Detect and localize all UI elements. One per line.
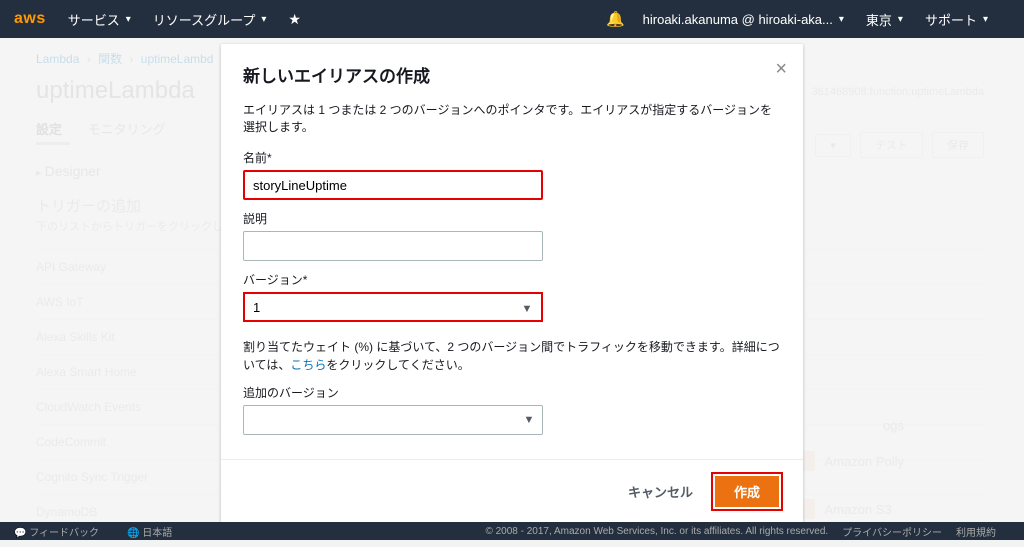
language-link[interactable]: 🌐 日本語 <box>127 524 186 539</box>
bell-icon[interactable]: 🔔 <box>606 10 625 28</box>
additional-version-select[interactable]: ▼ <box>243 405 543 435</box>
alias-description-input[interactable] <box>243 231 543 261</box>
nav-resource-groups[interactable]: リソースグループ▾ <box>153 10 267 29</box>
modal-footer: キャンセル 作成 <box>221 459 803 523</box>
chevron-down-icon: ▾ <box>126 14 131 25</box>
additional-version-label: 追加のバージョン <box>243 384 781 401</box>
modal-overlay: × 新しいエイリアスの作成 エイリアスは 1 つまたは 2 つのバージョンへのポ… <box>0 38 1024 522</box>
weight-info-link[interactable]: こちら <box>290 358 326 372</box>
additional-version-value[interactable] <box>243 405 543 435</box>
chevron-down-icon: ▾ <box>839 14 844 25</box>
footer: 💬 フィードバック 🌐 日本語 © 2008 - 2017, Amazon We… <box>0 522 1024 540</box>
nav-services[interactable]: サービス▾ <box>68 10 131 29</box>
version-label: バージョン* <box>243 271 781 288</box>
feedback-link[interactable]: 💬 フィードバック <box>14 524 113 539</box>
create-button-highlight: 作成 <box>711 472 783 511</box>
weight-note: 割り当てたウェイト (%) に基づいて、2 つのバージョン間でトラフィックを移動… <box>243 338 781 374</box>
nav-account[interactable]: hiroaki.akanuma @ hiroaki-aka...▾ <box>643 12 844 27</box>
name-label: 名前* <box>243 149 781 166</box>
cancel-button[interactable]: キャンセル <box>628 482 693 501</box>
modal-description: エイリアスは 1 つまたは 2 つのバージョンへのポインタです。エイリアスが指定… <box>243 101 781 135</box>
aws-logo[interactable]: aws <box>14 10 46 28</box>
top-nav: aws サービス▾ リソースグループ▾ ★ 🔔 hiroaki.akanuma … <box>0 0 1024 38</box>
version-select[interactable]: ▼ <box>243 292 543 322</box>
alias-name-input[interactable] <box>243 170 543 200</box>
chevron-down-icon: ▾ <box>898 14 903 25</box>
footer-copyright: © 2008 - 2017, Amazon Web Services, Inc.… <box>485 526 828 537</box>
nav-region[interactable]: 東京▾ <box>866 10 903 29</box>
description-label: 説明 <box>243 210 781 227</box>
create-alias-modal: × 新しいエイリアスの作成 エイリアスは 1 つまたは 2 つのバージョンへのポ… <box>221 44 803 523</box>
privacy-link[interactable]: プライバシーポリシー <box>842 524 942 539</box>
version-value[interactable] <box>245 294 541 320</box>
pin-icon[interactable]: ★ <box>288 11 301 28</box>
close-icon[interactable]: × <box>775 58 787 81</box>
create-button[interactable]: 作成 <box>715 476 779 507</box>
modal-title: 新しいエイリアスの作成 <box>243 62 781 87</box>
terms-link[interactable]: 利用規約 <box>956 524 996 539</box>
chevron-down-icon: ▾ <box>261 14 266 25</box>
nav-support[interactable]: サポート▾ <box>925 10 988 29</box>
chevron-down-icon: ▾ <box>983 14 988 25</box>
